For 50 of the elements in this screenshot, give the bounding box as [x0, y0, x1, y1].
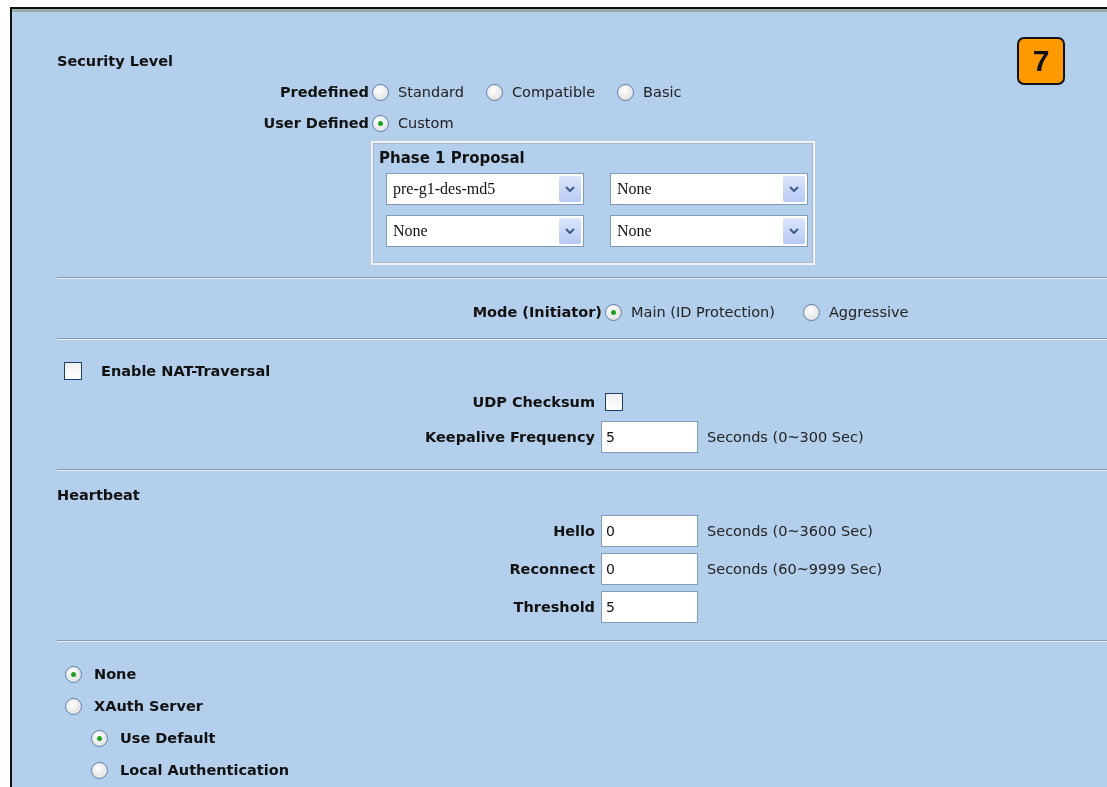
radio-button[interactable] [91, 761, 108, 779]
radio-label: Aggressive [828, 304, 909, 320]
field-label: Hello [552, 523, 595, 539]
radio-button[interactable] [372, 83, 389, 101]
radio-label: Custom [398, 115, 454, 131]
dropdown[interactable]: pre-g1-des-md5 [386, 173, 584, 205]
chevron-down-icon [783, 176, 805, 202]
text-field[interactable]: 5 [601, 421, 698, 453]
dropdown[interactable]: None [386, 215, 584, 247]
radio-button[interactable] [91, 729, 108, 747]
radio-label: Use Default [120, 730, 216, 746]
text-field[interactable]: 5 [601, 591, 698, 623]
field-label: Predefined [278, 84, 369, 100]
radio-label: None [94, 666, 137, 682]
section-title: Security Level [57, 53, 174, 71]
radio-label: Compatible [511, 84, 596, 100]
radio-label: Main (ID Protection) [631, 304, 775, 320]
chevron-down-icon [559, 176, 581, 202]
radio-label: Standard [398, 84, 464, 100]
checkbox[interactable] [64, 362, 82, 380]
hint-text: Seconds (0~300 Sec) [707, 429, 864, 445]
radio-button[interactable] [65, 665, 82, 683]
field-label: UDP Checksum [471, 394, 595, 410]
field-label: User Defined [262, 115, 369, 131]
radio-label: Local Authentication [120, 762, 290, 778]
step-badge: 7 [1017, 37, 1065, 85]
text-field[interactable]: 0 [601, 515, 698, 547]
proposal-title: Phase 1 Proposal [379, 149, 526, 167]
dropdown[interactable]: None [610, 215, 808, 247]
chevron-down-icon [559, 218, 581, 244]
checkbox-label: Enable NAT-Traversal [101, 363, 271, 379]
radio-button[interactable] [372, 114, 389, 132]
radio-label: Basic [643, 84, 682, 100]
field-label: Threshold [512, 599, 595, 615]
field-label: Keepalive Frequency [424, 429, 595, 445]
radio-button[interactable] [617, 83, 635, 101]
radio-button[interactable] [802, 303, 820, 321]
checkbox[interactable] [605, 393, 623, 411]
text-field[interactable]: 0 [601, 553, 698, 585]
radio-button[interactable] [605, 303, 622, 321]
hint-text: Seconds (60~9999 Sec) [707, 561, 883, 577]
hint-text: Seconds (0~3600 Sec) [707, 523, 873, 539]
dropdown[interactable]: None [610, 173, 808, 205]
radio-label: XAuth Server [94, 698, 203, 714]
field-label: Reconnect [508, 561, 595, 577]
radio-button[interactable] [485, 83, 503, 101]
section-title: Heartbeat [57, 487, 140, 505]
field-label: Mode (Initiator) [471, 304, 602, 320]
radio-button[interactable] [65, 697, 82, 715]
chevron-down-icon [783, 218, 805, 244]
